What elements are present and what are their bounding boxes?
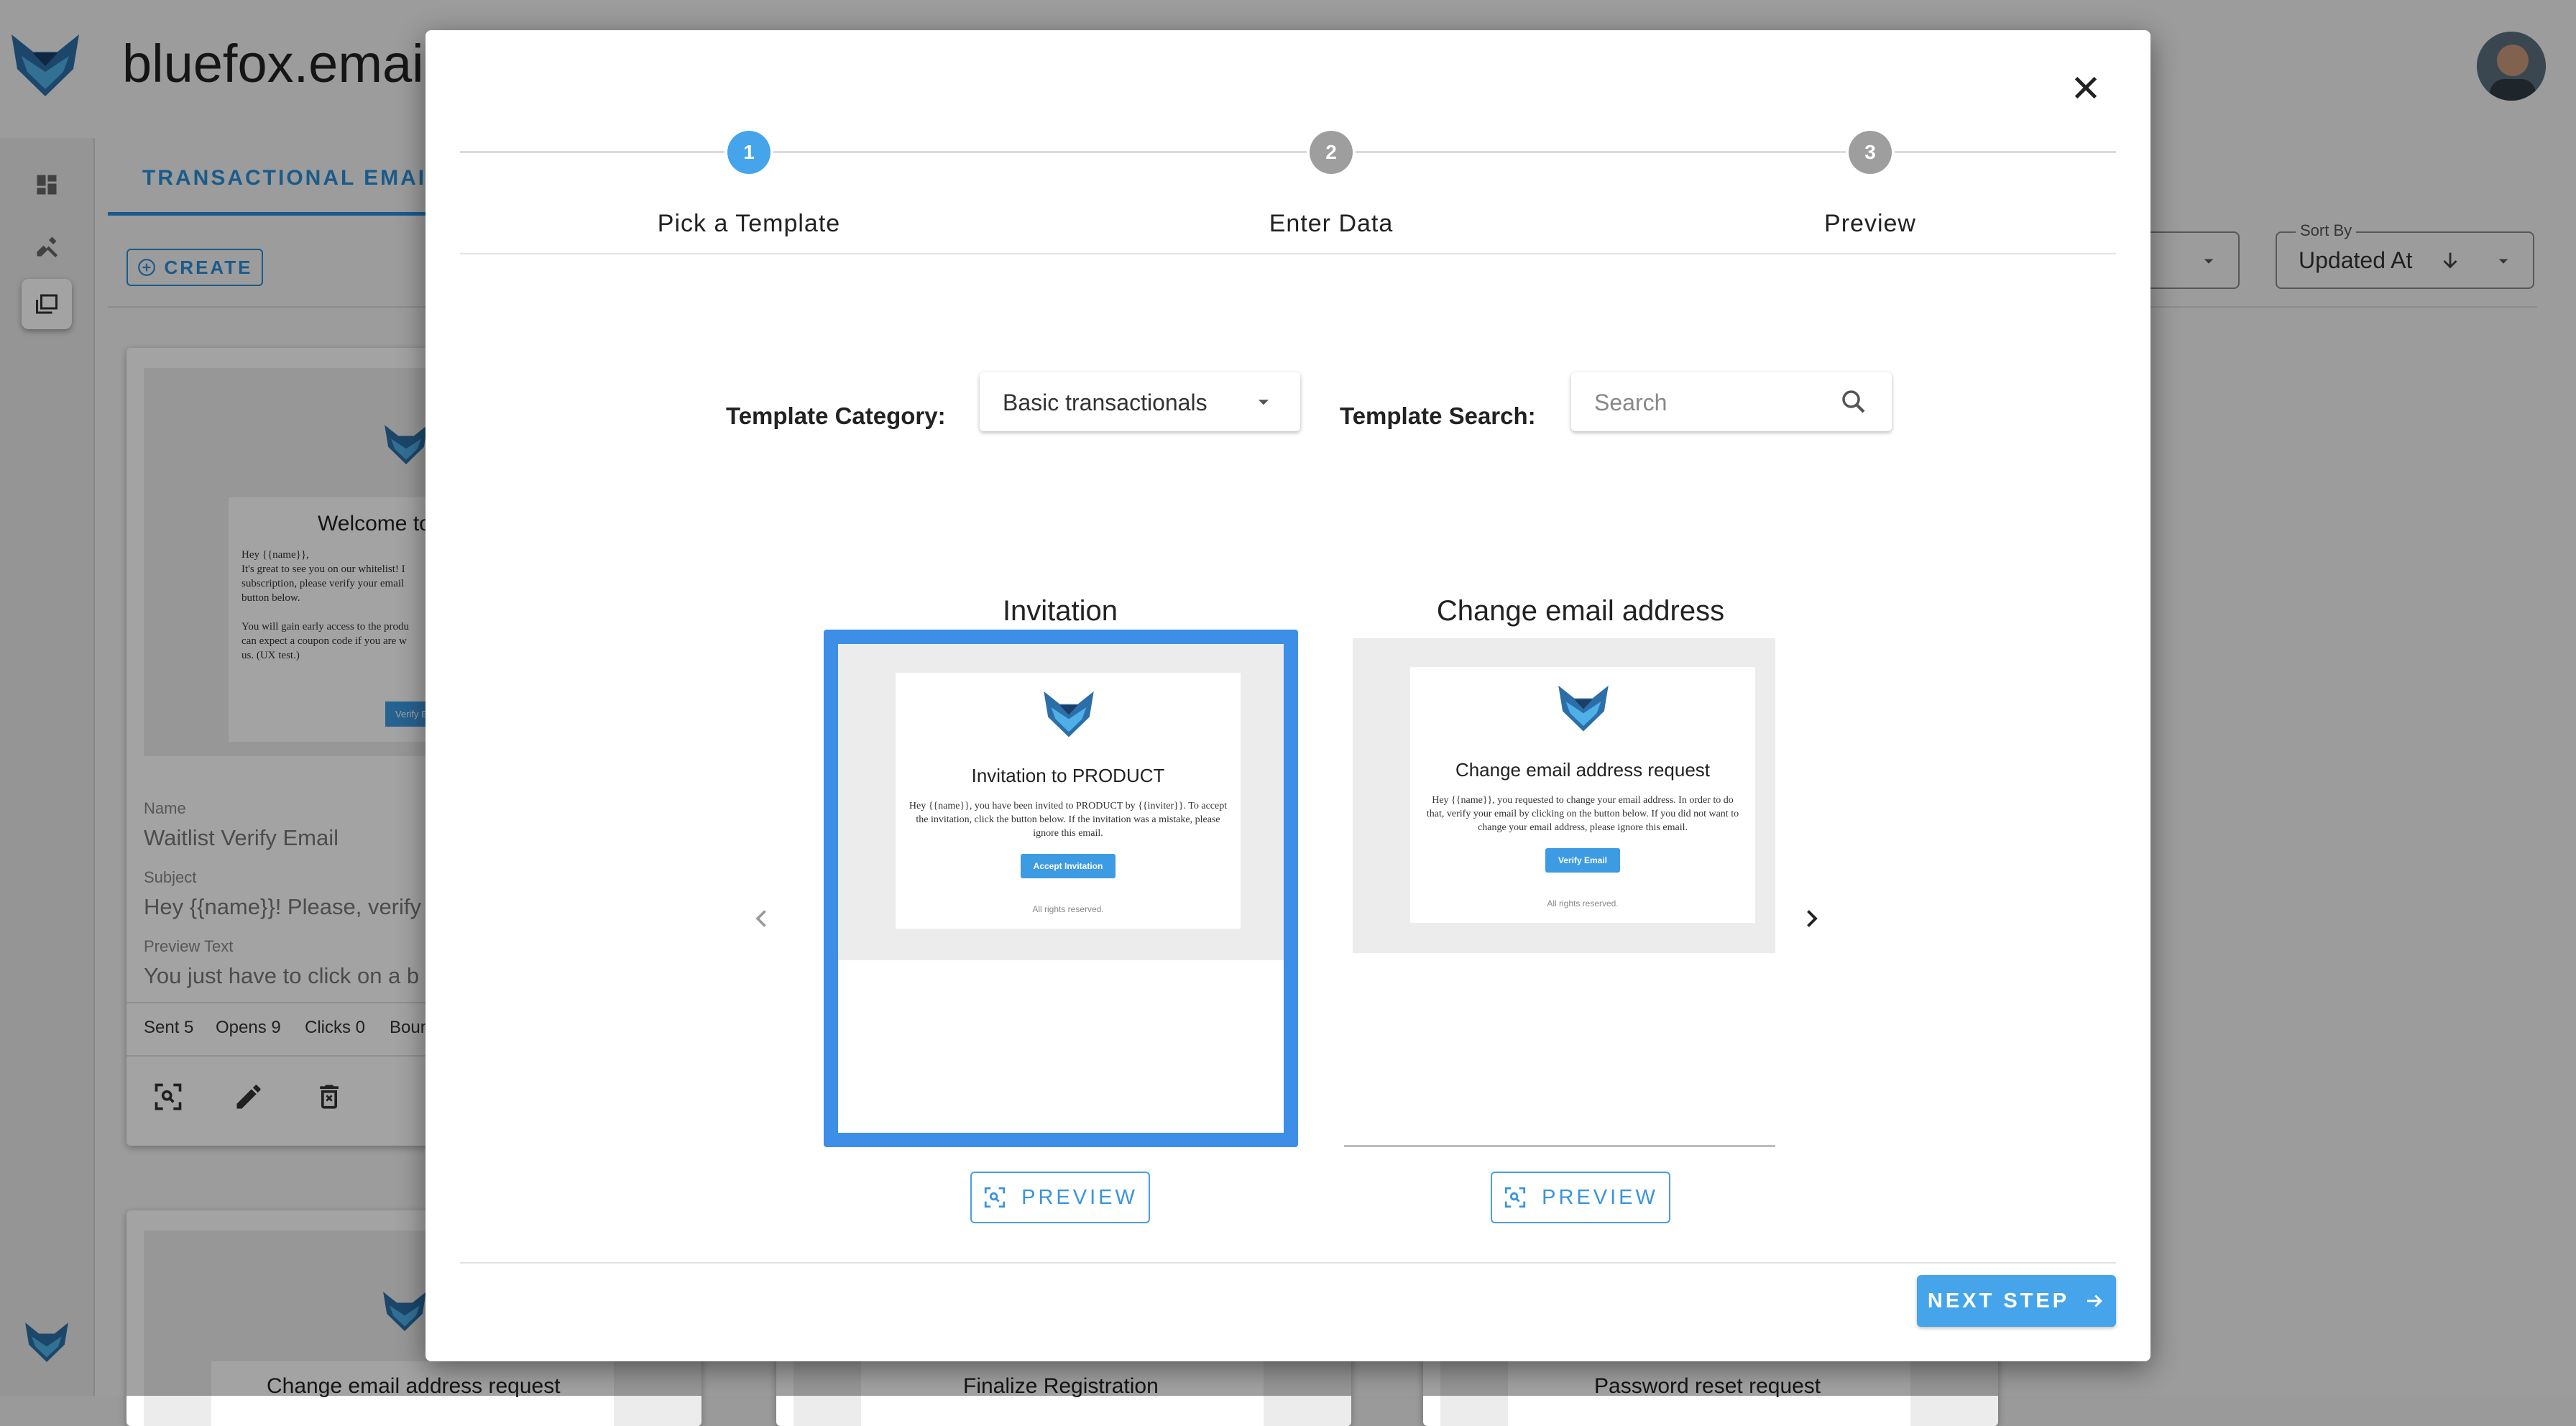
template-mail-heading: Change email address request — [1455, 759, 1711, 781]
template-card-invitation[interactable]: Invitation to PRODUCT Hey {{name}}, you … — [824, 630, 1298, 1147]
preview-button-change-email[interactable]: PREVIEW — [1491, 1172, 1670, 1223]
chevron-left-icon — [755, 910, 766, 927]
template-title: Invitation — [1002, 595, 1118, 627]
preview-label: PREVIEW — [1021, 1185, 1138, 1209]
template-mail: Change email address request Hey {{name}… — [1410, 667, 1755, 923]
footer-divider — [460, 1262, 2116, 1264]
template-search[interactable] — [1571, 372, 1892, 431]
step-2-label: Enter Data — [1269, 210, 1394, 237]
template-mail-body: Hey {{name}}, you have been invited to P… — [908, 801, 1228, 839]
template-logo — [1044, 691, 1094, 737]
step-3-indicator: 3 — [1849, 131, 1892, 174]
step-3-label: Preview — [1824, 210, 1916, 237]
template-picker-dialog: 1 2 3 Pick a Template Enter Data Preview… — [426, 30, 2150, 1361]
stepper-divider — [460, 253, 2116, 254]
next-step-label: NEXT STEP — [1927, 1289, 2070, 1312]
search-icon[interactable] — [1839, 387, 1869, 417]
carousel-next-button[interactable] — [1790, 897, 1833, 940]
dropdown-arrow-icon — [1258, 400, 1269, 405]
close-icon — [2074, 76, 2097, 99]
carousel-prev-button[interactable] — [740, 897, 783, 940]
next-step-button[interactable]: NEXT STEP — [1917, 1275, 2116, 1327]
template-card-change-email[interactable]: Change email address request Hey {{name}… — [1344, 630, 1775, 1147]
step-2-indicator: 2 — [1310, 131, 1353, 174]
template-mail-footer: All rights reserved. — [1547, 898, 1619, 908]
template-mail-footer: All rights reserved. — [1032, 904, 1104, 914]
template-mail-heading: Invitation to PRODUCT — [971, 765, 1165, 786]
search-input[interactable] — [1593, 385, 1833, 420]
search-label: Template Search: — [1340, 402, 1536, 429]
step-1-indicator: 1 — [727, 131, 770, 174]
arrow-right-icon — [2087, 1294, 2102, 1307]
close-button[interactable] — [2057, 59, 2115, 116]
template-mail-button: Accept Invitation — [1020, 854, 1116, 878]
preview-scan-icon — [984, 1187, 1006, 1208]
preview-button-invitation[interactable]: PREVIEW — [970, 1172, 1150, 1223]
template-mail: Invitation to PRODUCT Hey {{name}}, you … — [896, 673, 1241, 929]
template-mail-button: Verify Email — [1545, 848, 1621, 873]
preview-scan-icon — [1504, 1187, 1526, 1208]
chevron-right-icon — [1807, 910, 1818, 927]
step-1-label: Pick a Template — [657, 210, 841, 237]
template-logo — [1558, 685, 1609, 732]
template-title: Change email address — [1436, 595, 1725, 627]
category-value: Basic transactionals — [1003, 390, 1208, 415]
category-select[interactable]: Basic transactionals — [980, 372, 1300, 431]
preview-label: PREVIEW — [1542, 1185, 1658, 1209]
category-label: Template Category: — [726, 402, 946, 429]
template-mail-body: Hey {{name}}, you requested to change yo… — [1426, 795, 1739, 833]
